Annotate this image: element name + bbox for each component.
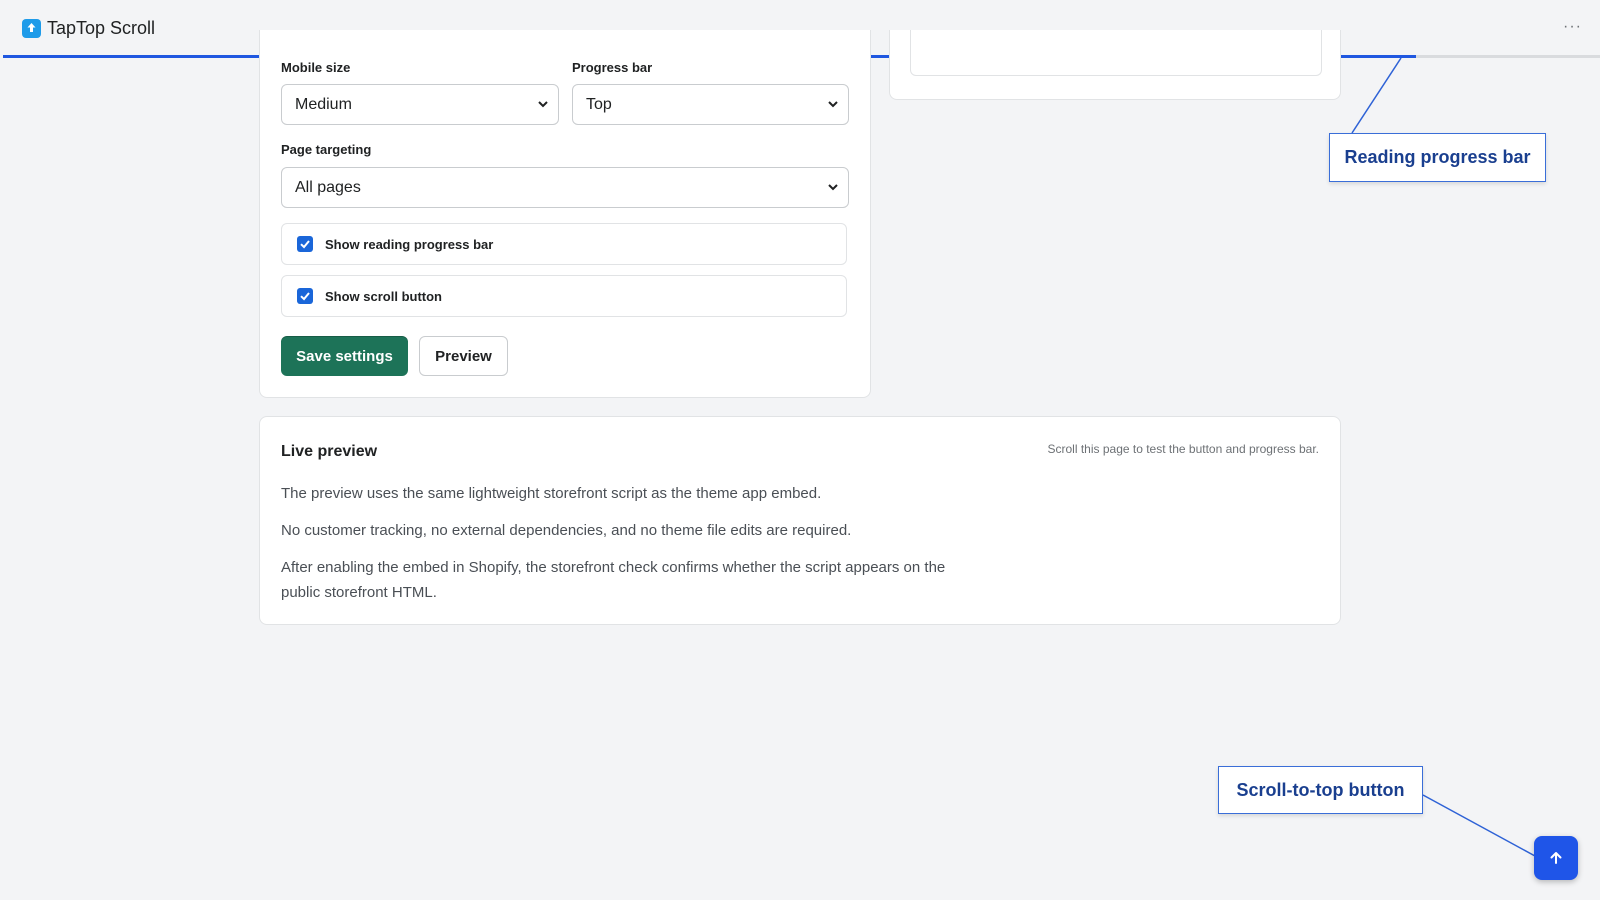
scroll-callout-leader — [1422, 794, 1536, 857]
progress-bar-select[interactable]: Top — [572, 84, 849, 125]
more-horizontal-icon[interactable]: ··· — [1563, 18, 1582, 36]
save-settings-button[interactable]: Save settings — [281, 336, 408, 376]
scroll-to-top-callout: Scroll-to-top button — [1218, 766, 1423, 814]
page-targeting-value: All pages — [295, 178, 361, 196]
side-card-field — [910, 30, 1322, 76]
live-preview-card: Live preview Scroll this page to test th… — [259, 416, 1341, 625]
preview-button[interactable]: Preview — [419, 336, 508, 376]
chevron-down-icon — [828, 184, 838, 191]
show-reading-progress-bar-toggle[interactable]: Show reading progress bar — [281, 223, 847, 265]
page-targeting-label: Page targeting — [281, 142, 372, 157]
upload-arrow-icon — [22, 18, 41, 38]
arrow-up-icon — [1550, 852, 1562, 864]
live-preview-title: Live preview — [281, 443, 378, 460]
checkbox-checked-icon[interactable] — [297, 236, 313, 252]
app-title: TapTop Scroll — [47, 17, 156, 38]
scroll-to-top-button[interactable] — [1534, 836, 1578, 880]
mobile-size-select[interactable]: Medium — [281, 84, 559, 125]
show-reading-progress-bar-label: Show reading progress bar — [325, 236, 494, 252]
progress-bar-value: Top — [586, 95, 612, 113]
side-card — [889, 30, 1341, 100]
checkbox-checked-icon[interactable] — [297, 288, 313, 304]
chevron-down-icon — [828, 101, 838, 108]
reading-progress-callout: Reading progress bar — [1329, 133, 1546, 182]
progress-callout-leader — [1351, 57, 1402, 134]
mobile-size-value: Medium — [295, 95, 352, 113]
live-preview-hint: Scroll this page to test the button and … — [1047, 442, 1320, 456]
live-preview-paragraph: After enabling the embed in Shopify, the… — [281, 559, 946, 601]
mobile-size-label: Mobile size — [281, 60, 351, 75]
show-scroll-button-label: Show scroll button — [325, 288, 442, 304]
progress-bar-label: Progress bar — [572, 60, 653, 75]
settings-card: Mobile size Medium Progress bar Top Page… — [259, 30, 871, 398]
show-scroll-button-toggle[interactable]: Show scroll button — [281, 275, 847, 317]
page-targeting-select[interactable]: All pages — [281, 167, 849, 208]
live-preview-paragraph: No customer tracking, no external depend… — [281, 522, 852, 539]
live-preview-paragraph: The preview uses the same lightweight st… — [281, 485, 822, 502]
chevron-down-icon — [538, 101, 548, 108]
